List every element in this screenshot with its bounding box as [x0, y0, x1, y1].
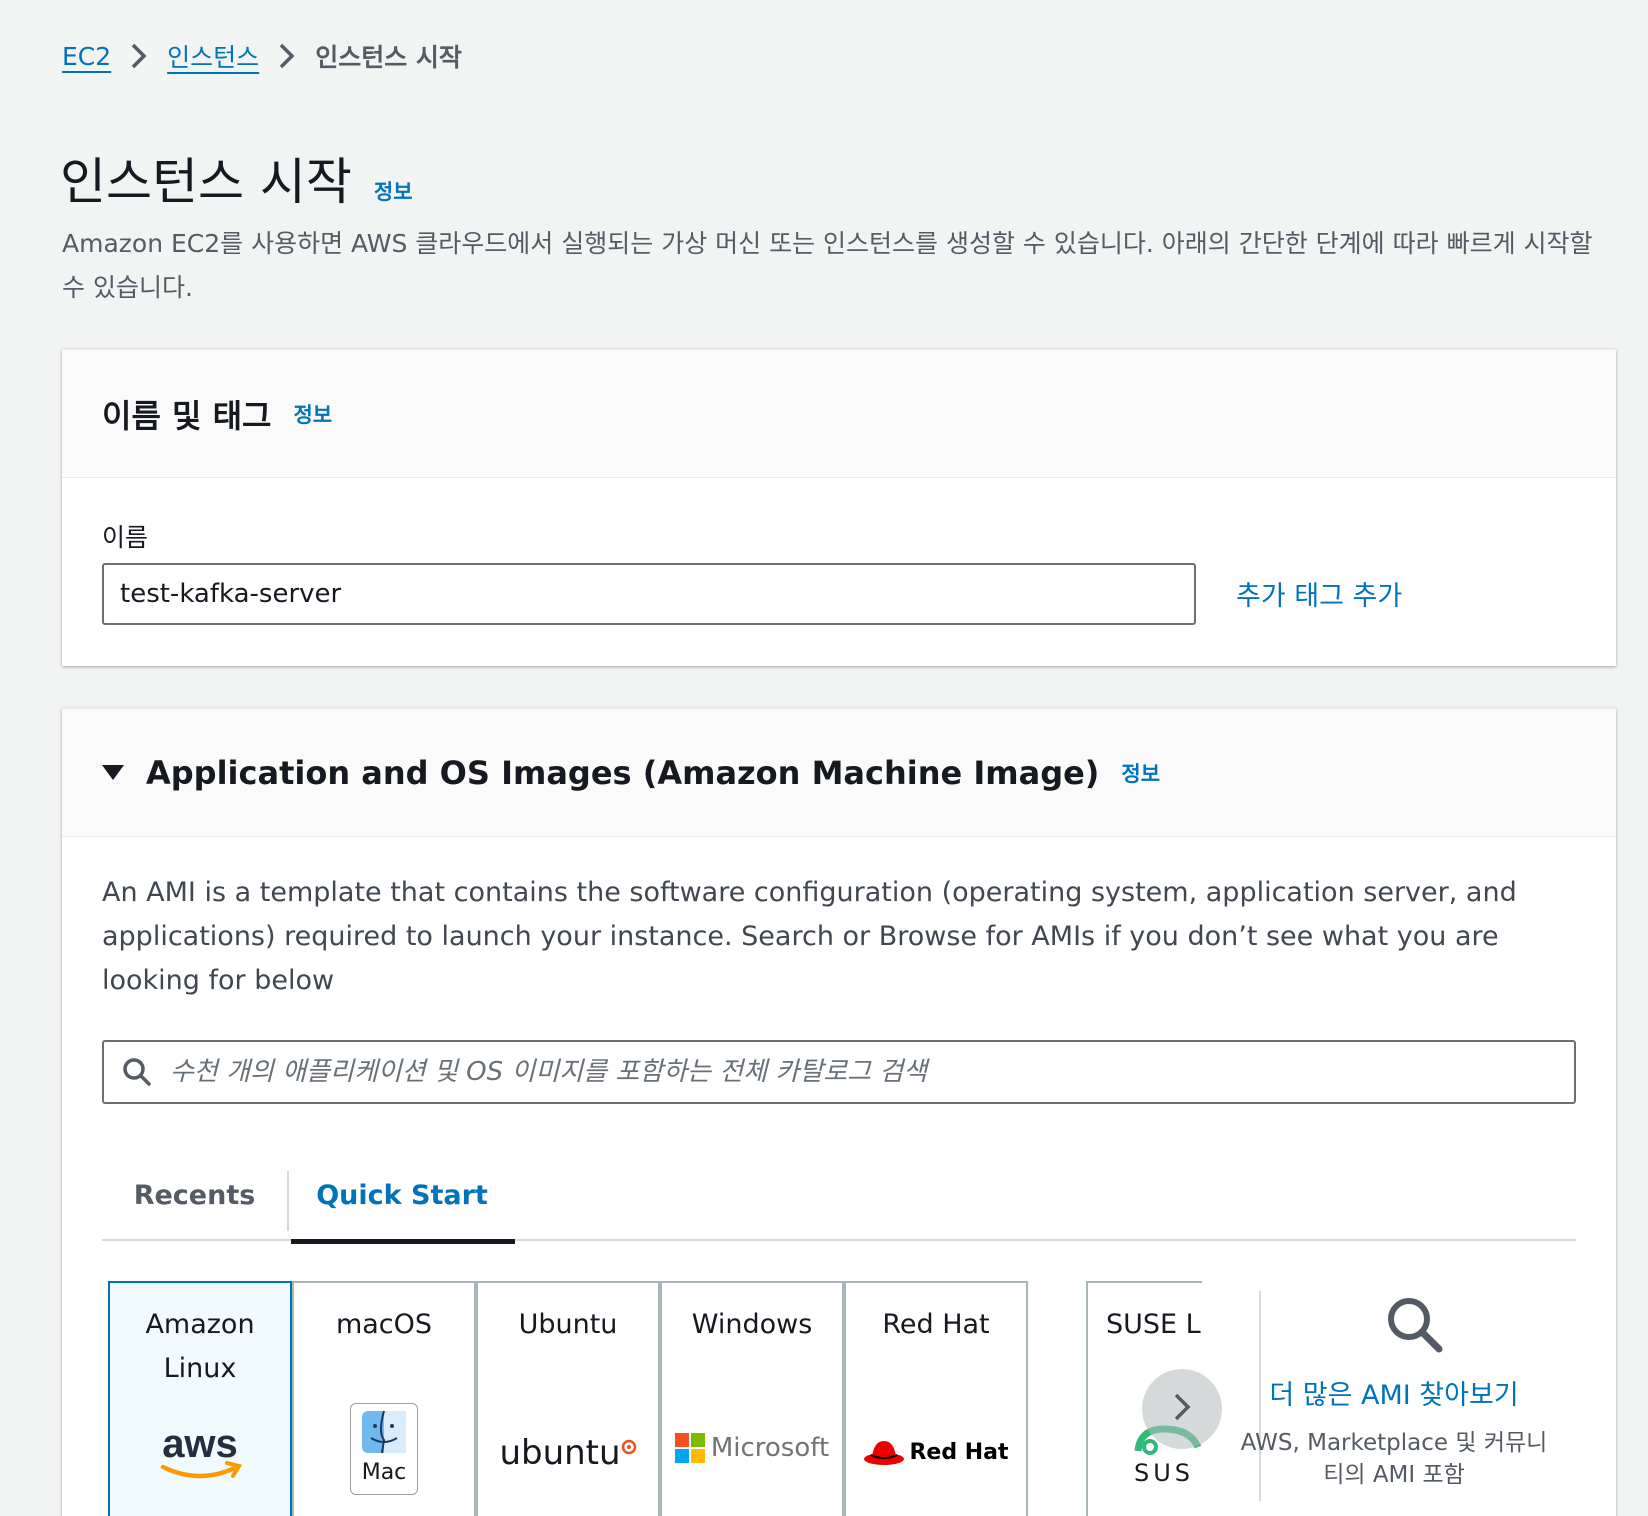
os-card-name: Amazon Linux	[145, 1309, 255, 1384]
panel-header[interactable]: Application and OS Images (Amazon Machin…	[62, 709, 1616, 837]
suse-logo-text: SUS	[1134, 1459, 1195, 1487]
os-card-amazon-linux[interactable]: Amazon Linux aws	[108, 1281, 292, 1516]
redhat-logo-icon: Red Hat	[846, 1437, 1026, 1467]
ami-info-link[interactable]: 정보	[1121, 758, 1160, 788]
name-input[interactable]	[102, 563, 1196, 625]
ubuntu-logo-text: ubuntu	[499, 1433, 621, 1473]
os-card-ubuntu[interactable]: Ubuntu ubuntu	[476, 1281, 660, 1516]
tab-recents[interactable]: Recents	[102, 1149, 287, 1241]
tab-label: Quick Start	[316, 1179, 488, 1211]
redhat-logo-text: Red Hat	[909, 1439, 1009, 1465]
panel-title: Application and OS Images (Amazon Machin…	[146, 753, 1100, 792]
active-tab-indicator	[291, 1239, 515, 1244]
mac-logo-text: Mac	[361, 1460, 407, 1485]
ami-panel: Application and OS Images (Amazon Machin…	[62, 708, 1616, 1516]
panel-title: 이름 및 태그	[102, 396, 272, 435]
breadcrumb: EC2 인스턴스 인스턴스 시작	[62, 38, 462, 74]
os-card-macos[interactable]: macOS Mac	[292, 1281, 476, 1516]
aws-logo-text: aws	[162, 1423, 238, 1466]
page-title: 인스턴스 시작	[60, 153, 352, 211]
chevron-right-icon	[259, 42, 315, 70]
browse-more-amis-link[interactable]: 더 많은 AMI 찾아보기	[1232, 1373, 1556, 1412]
page-header: 인스턴스 시작 정보	[60, 142, 413, 214]
chevron-right-icon	[1172, 1391, 1192, 1427]
page-description: Amazon EC2를 사용하면 AWS 클라우드에서 실행되는 가상 머신 또…	[62, 229, 1593, 302]
name-field-label: 이름	[102, 523, 149, 552]
os-card-red-hat[interactable]: Red Hat Red Hat	[844, 1281, 1028, 1516]
name-tags-info-link[interactable]: 정보	[293, 399, 332, 429]
aws-logo-icon: aws	[110, 1423, 290, 1483]
os-card-name: macOS	[335, 1309, 433, 1340]
panel-header: 이름 및 태그 정보	[62, 350, 1616, 478]
os-card-name: Windows	[691, 1309, 813, 1340]
microsoft-logo-icon: Microsoft	[662, 1433, 842, 1463]
breadcrumb-current: 인스턴스 시작	[315, 43, 462, 72]
page-info-link[interactable]: 정보	[374, 176, 413, 206]
os-card-windows[interactable]: Windows Microsoft	[660, 1281, 844, 1516]
search-icon	[104, 1057, 170, 1087]
microsoft-logo-text: Microsoft	[710, 1433, 830, 1463]
add-tags-link[interactable]: 추가 태그 추가	[1236, 574, 1402, 613]
os-card-name: Red Hat	[882, 1309, 990, 1340]
browse-more-amis-description: AWS, Marketplace 및 커뮤니티의 AMI 포함	[1240, 1430, 1548, 1488]
mac-logo-icon: Mac	[294, 1403, 474, 1495]
os-card-name: SUSE Li	[1106, 1309, 1202, 1340]
scroll-right-button[interactable]	[1142, 1369, 1222, 1449]
ami-search-input[interactable]	[170, 1042, 1574, 1102]
breadcrumb-instances[interactable]: 인스턴스	[167, 38, 259, 74]
tab-quick-start[interactable]: Quick Start	[287, 1149, 517, 1244]
ami-tabs: Recents Quick Start	[102, 1149, 1576, 1244]
os-card-name: Ubuntu	[518, 1309, 618, 1340]
caret-down-icon[interactable]	[102, 765, 124, 780]
search-icon[interactable]	[1385, 1295, 1445, 1359]
ami-description: An AMI is a template that contains the s…	[102, 877, 1517, 996]
breadcrumb-ec2[interactable]: EC2	[62, 42, 111, 71]
name-and-tags-panel: 이름 및 태그 정보 이름 추가 태그 추가	[62, 349, 1616, 666]
ami-search[interactable]	[102, 1040, 1576, 1104]
chevron-right-icon	[111, 42, 167, 70]
ubuntu-logo-icon: ubuntu	[478, 1433, 658, 1473]
